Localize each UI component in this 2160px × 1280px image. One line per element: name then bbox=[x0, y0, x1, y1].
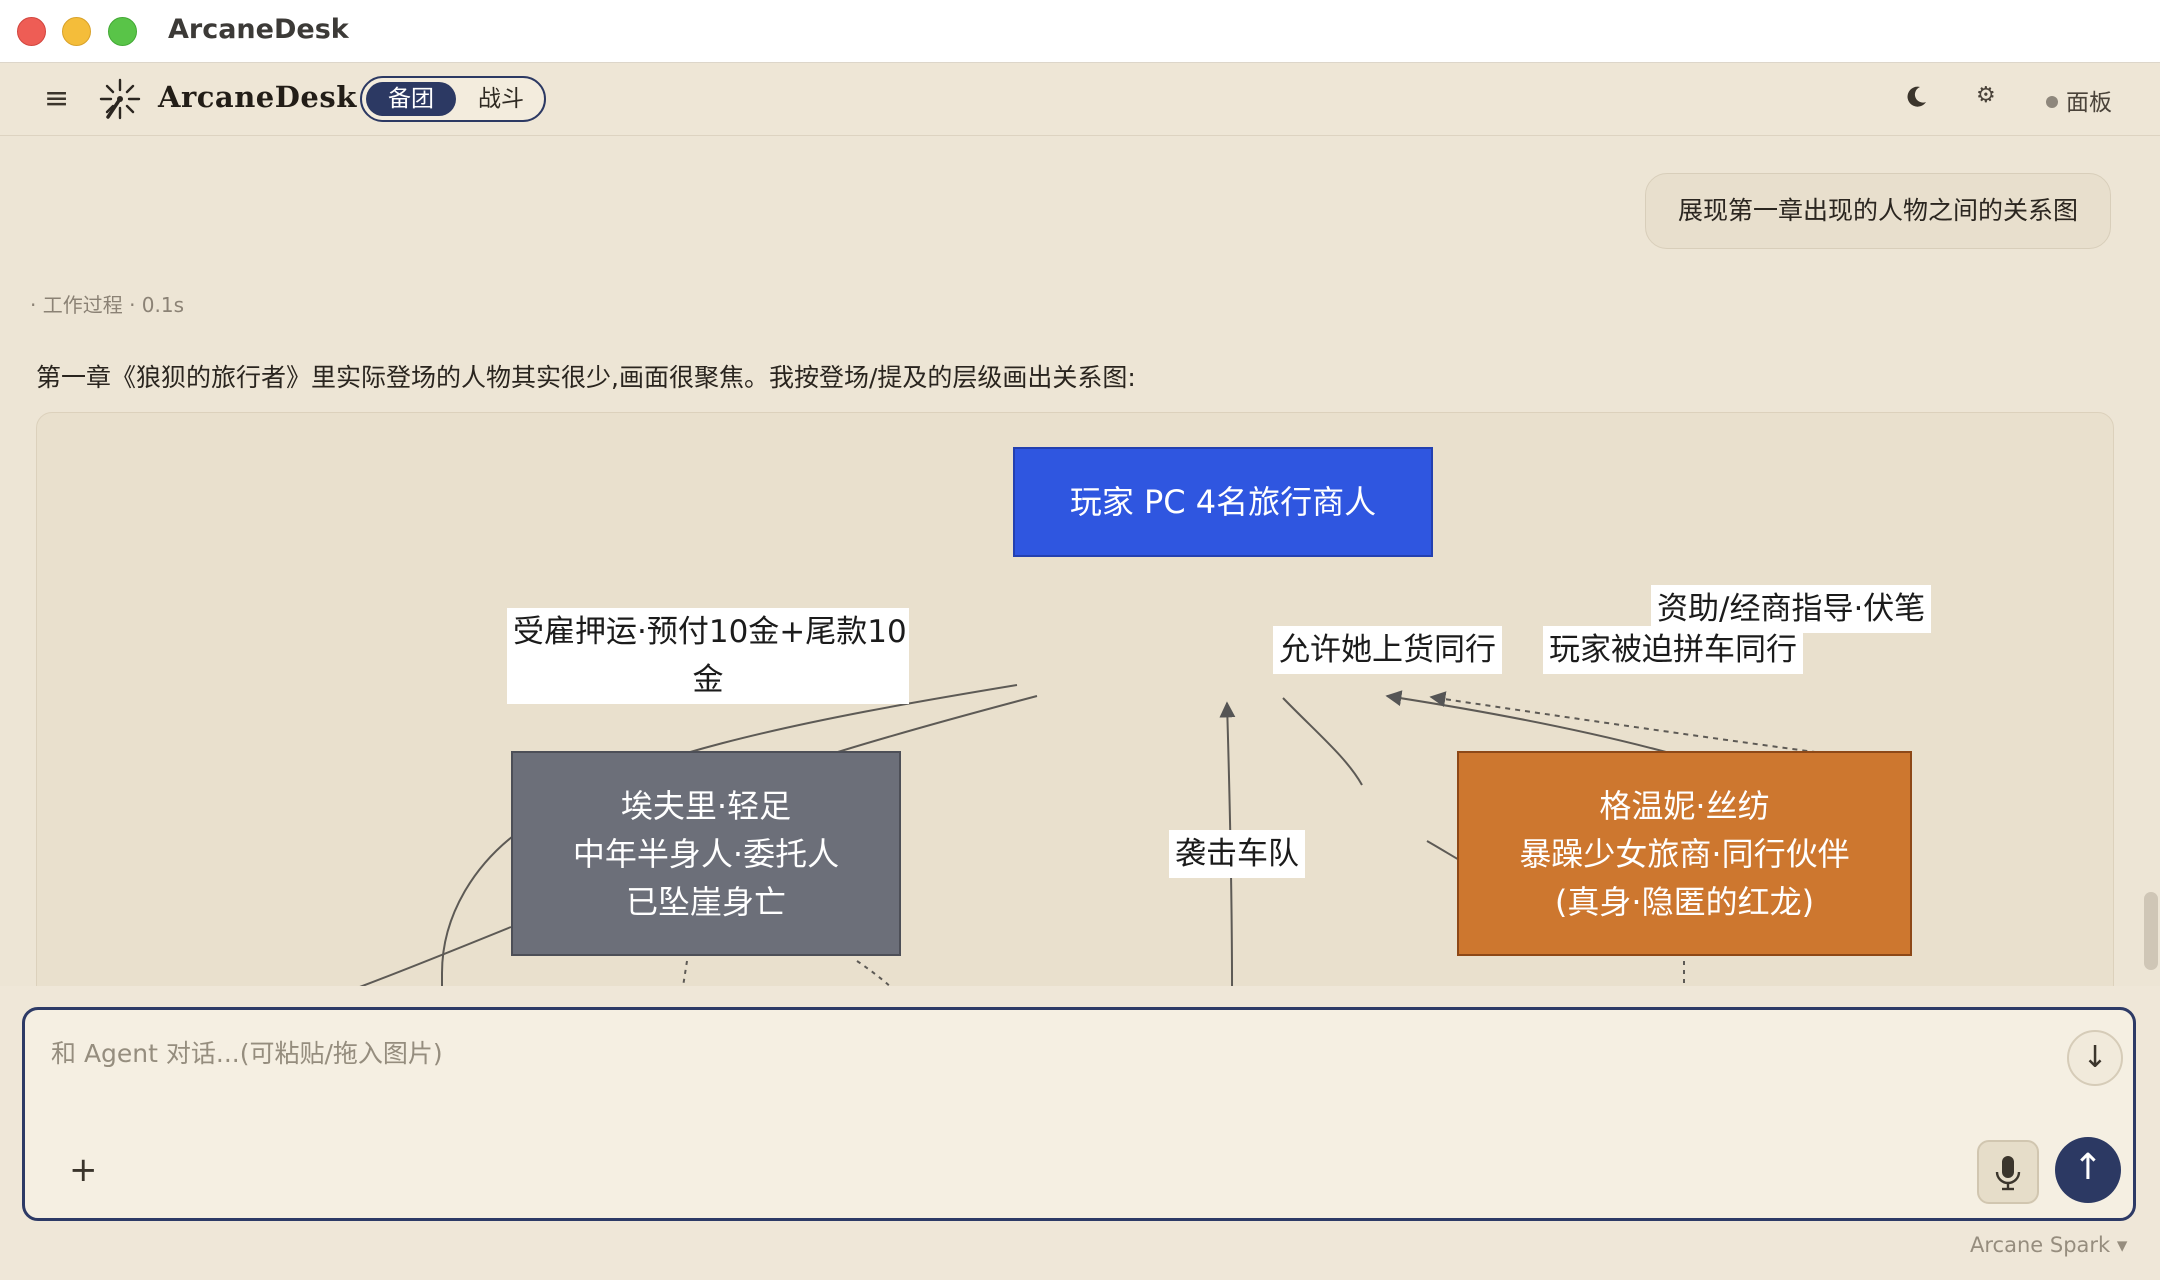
node-efuli-line-2: 中年半身人·委托人 bbox=[572, 834, 840, 873]
zoom-window-button[interactable] bbox=[108, 17, 137, 46]
edge-label-hire-line-1: 受雇押运·预付10金+尾款10 bbox=[513, 614, 907, 650]
model-selector[interactable]: Arcane Spark ▾ bbox=[1970, 1233, 2127, 1257]
node-gewen-line-3: (真身·隐匿的红龙) bbox=[1554, 882, 1815, 921]
brand-name: ArcaneDesk bbox=[158, 80, 357, 114]
edge-efuli-bottom-right bbox=[856, 960, 892, 986]
gear-icon[interactable]: ⚙ bbox=[1976, 83, 1996, 108]
edge-label-hire: 受雇押运·预付10金+尾款10 金 bbox=[507, 608, 909, 704]
chat-area: 展现第一章出现的人物之间的关系图 · 工作过程 · 0.1s 第一章《狼狈的旅行… bbox=[0, 136, 2160, 986]
message-input[interactable]: 和 Agent 对话...(可粘贴/拖入图片) bbox=[51, 1034, 443, 1070]
panel-button[interactable]: 面板 bbox=[2046, 83, 2112, 117]
node-efuli-line-1: 埃夫里·轻足 bbox=[620, 786, 792, 825]
panel-label: 面板 bbox=[2066, 90, 2112, 116]
attach-button[interactable]: + bbox=[69, 1150, 98, 1190]
mic-icon bbox=[1995, 1156, 2021, 1191]
edge-label-raid: 袭击车队 bbox=[1169, 830, 1305, 878]
node-efuli-line-3: 已坠崖身亡 bbox=[625, 882, 786, 921]
node-gewen-line-2: 暴躁少女旅商·同行伙伴 bbox=[1519, 834, 1850, 873]
mode-toggle[interactable]: 备团 战斗 bbox=[360, 76, 546, 122]
panel-status-dot bbox=[2046, 95, 2058, 108]
edge-allow bbox=[1282, 697, 1363, 786]
window-title: ArcaneDesk bbox=[168, 14, 349, 45]
mic-button[interactable] bbox=[1977, 1140, 2039, 1204]
node-efuli: 埃夫里·轻足 中年半身人·委托人 已坠崖身亡 bbox=[511, 751, 901, 956]
moon-icon[interactable] bbox=[1902, 83, 1930, 111]
chat-scrollbar[interactable] bbox=[2144, 892, 2158, 970]
composer: 和 Agent 对话...(可粘贴/拖入图片) + ↓ ↑ bbox=[22, 1007, 2136, 1221]
menu-icon[interactable]: ≡ bbox=[44, 81, 69, 116]
edge-label-hire-line-2: 金 bbox=[692, 662, 724, 698]
edge-efuli-bottom-left bbox=[359, 926, 512, 986]
close-window-button[interactable] bbox=[17, 17, 46, 46]
send-button[interactable]: ↑ bbox=[2055, 1137, 2121, 1203]
assistant-message: 第一章《狼狈的旅行者》里实际登场的人物其实很少,画面很聚焦。我按登场/提及的层级… bbox=[36, 363, 1136, 392]
mode-prep-button[interactable]: 备团 bbox=[366, 82, 456, 116]
work-process-toggle[interactable]: · 工作过程 · 0.1s bbox=[30, 289, 184, 318]
sparkle-logo-icon bbox=[99, 78, 141, 120]
app-header: ≡ ArcaneDesk 备团 战斗 ⚙ 面板 bbox=[0, 63, 2160, 136]
node-gewen-line-1: 格温妮·丝纺 bbox=[1599, 786, 1770, 825]
scroll-down-button[interactable]: ↓ bbox=[2067, 1030, 2123, 1086]
user-message: 展现第一章出现的人物之间的关系图 bbox=[1645, 173, 2111, 249]
node-player: 玩家 PC 4名旅行商人 bbox=[1013, 447, 1433, 557]
node-player-line-1: 玩家 PC 4名旅行商人 bbox=[1069, 483, 1377, 521]
minimize-window-button[interactable] bbox=[62, 17, 91, 46]
edge-label-forced: 玩家被迫拼车同行 bbox=[1543, 626, 1803, 674]
node-gewen: 格温妮·丝纺 暴躁少女旅商·同行伙伴 (真身·隐匿的红龙) bbox=[1457, 751, 1912, 956]
relationship-diagram: 玩家 PC 4名旅行商人 埃夫里·轻足 中年半身人·委托人 已坠崖身亡 格温妮·… bbox=[36, 412, 2114, 986]
mode-battle-button[interactable]: 战斗 bbox=[466, 82, 536, 116]
edge-label-allow: 允许她上货同行 bbox=[1273, 626, 1502, 674]
window-titlebar: ArcaneDesk bbox=[0, 0, 2160, 63]
edge-label-support: 资助/经商指导·伏笔 bbox=[1651, 585, 1932, 633]
edge-efuli-bottom-dash bbox=[682, 960, 688, 986]
edge-support bbox=[1429, 691, 1838, 756]
edge-forced bbox=[1385, 690, 1678, 756]
